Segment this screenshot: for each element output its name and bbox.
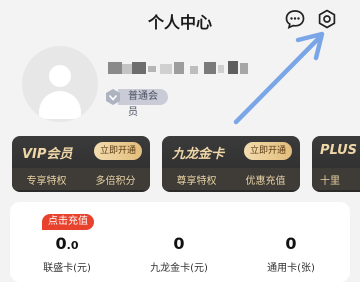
recharge-tag[interactable]: 点击充值 [42, 214, 94, 230]
member-badge-label: 普通会员 [118, 89, 168, 118]
gold-open-button[interactable]: 立即开通 [243, 142, 292, 160]
top-header: 个人中心 [0, 0, 360, 40]
balance-value: 0 [173, 234, 185, 253]
vip-card[interactable]: VIP会员 立即开通 专享特权 多倍积分 [12, 136, 150, 192]
vip-feature-1: 专享特权 [26, 175, 67, 187]
gold-feature-1: 尊享特权 [176, 175, 217, 187]
username-blurred [108, 60, 278, 78]
gold-feature-2: 优惠充值 [245, 175, 286, 187]
message-icon[interactable] [284, 8, 306, 30]
plus-card-title: PLUS [320, 143, 358, 158]
vip-open-button[interactable]: 立即开通 [93, 142, 142, 160]
default-avatar-icon[interactable] [22, 46, 98, 122]
vip-card-title: VIP会员 [22, 147, 73, 162]
balance-value: 0 [285, 234, 297, 253]
gold-card-features: 尊享特权 优惠充值 [162, 168, 300, 190]
diamond-icon [104, 88, 122, 106]
membership-cards: VIP会员 立即开通 专享特权 多倍积分 九龙金卡 立即开通 尊享特权 优惠充值… [0, 136, 360, 196]
balance-label: 联盛卡(元) [43, 263, 91, 274]
vip-feature-2: 多倍积分 [95, 175, 136, 187]
balance-panel: 点击充值 0.0 联盛卡(元) 0 九龙金卡(元) 0 通用卡(张) [10, 202, 350, 282]
balance-item-lianshengka[interactable]: 0.0 联盛卡(元) [22, 234, 112, 274]
plus-card-features: 十里 [312, 168, 360, 190]
balance-label: 九龙金卡(元) [150, 263, 208, 274]
gold-card-title: 九龙金卡 [172, 147, 225, 162]
gold-card[interactable]: 九龙金卡 立即开通 尊享特权 优惠充值 [162, 136, 300, 192]
vip-card-features: 专享特权 多倍积分 [12, 168, 150, 190]
plus-card[interactable]: PLUS 十里 [312, 136, 360, 192]
member-badge: 普通会员 [104, 87, 168, 118]
balance-item-jiulong-gold[interactable]: 0 九龙金卡(元) [134, 234, 224, 274]
page-title: 个人中心 [147, 13, 212, 32]
plus-feature-1: 十里 [320, 175, 340, 187]
balance-value: 0.0 [55, 234, 79, 253]
profile-section: 普通会员 [0, 40, 360, 132]
balance-label: 通用卡(张) [267, 263, 315, 274]
settings-gear-icon[interactable] [316, 8, 338, 30]
balance-item-general-card[interactable]: 0 通用卡(张) [246, 234, 336, 274]
